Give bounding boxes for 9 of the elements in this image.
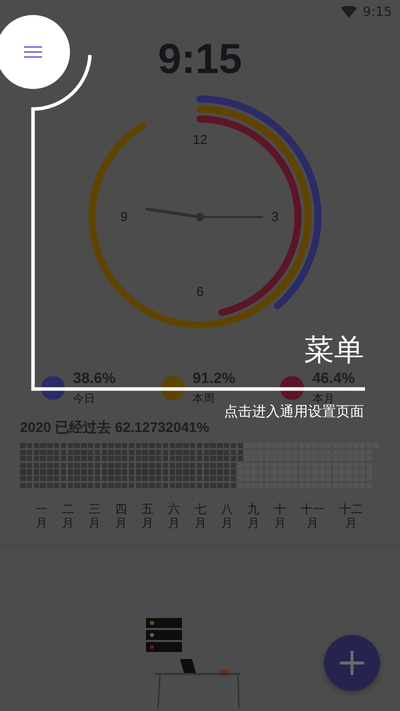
clock-center [196, 212, 204, 222]
wifi-icon [340, 6, 357, 18]
guide-description: 点击进入通用设置页面 [224, 404, 364, 421]
plus-icon [339, 650, 365, 676]
menu-icon [24, 46, 42, 58]
period-label: 本周 [192, 392, 216, 405]
guide-title: 菜单 [304, 336, 364, 366]
period-label: 本月 [312, 392, 334, 405]
period-label: 今日 [73, 392, 96, 405]
